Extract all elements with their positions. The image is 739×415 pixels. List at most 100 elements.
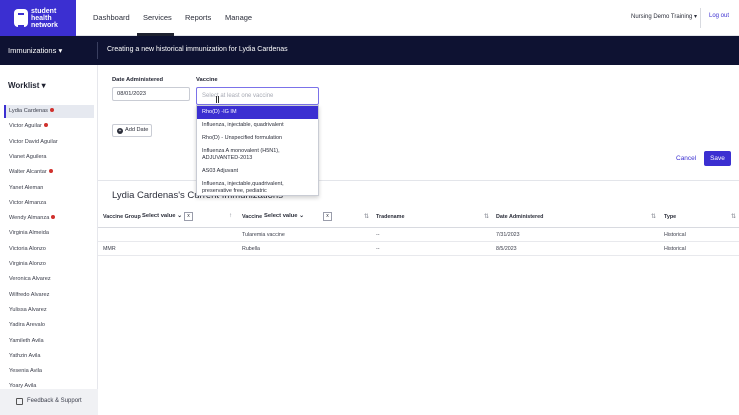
header-divider	[700, 8, 701, 28]
save-button[interactable]: Save	[704, 151, 731, 166]
vaccine-option[interactable]: AS03 Adjuvant	[197, 165, 318, 178]
chevron-down-icon: ⌄	[299, 213, 304, 219]
logout-link[interactable]: Log out	[709, 13, 729, 19]
column-type[interactable]: Type	[664, 214, 676, 220]
vaccine-options-dropdown: Rho(D) -IG IM Influenza, injectable, qua…	[196, 105, 319, 196]
worklist-patient-item[interactable]: Yathzin Avila	[4, 350, 94, 363]
patient-name: Lydia Cardenas	[9, 108, 48, 114]
patient-name: Veronica Alvarez	[9, 276, 51, 283]
column-date-administered[interactable]: Date Administered	[496, 214, 543, 220]
worklist-patient-item[interactable]: Victor David Aguilar	[4, 136, 94, 149]
column-vaccine[interactable]: Vaccine	[242, 214, 262, 220]
vaccine-option[interactable]: Influenza, injectable, quadrivalent	[197, 119, 318, 132]
worklist-patient-item[interactable]: Victoria Alonzo	[4, 243, 94, 256]
date-administered-label: Date Administered	[112, 77, 164, 83]
worklist-patient-item[interactable]: Victor Aguilar	[4, 120, 94, 133]
account-name: Nursing Demo Training	[631, 14, 693, 20]
column-tradename[interactable]: Tradename	[376, 214, 404, 220]
worklist-patient-item[interactable]: Veronica Alvarez	[4, 273, 94, 286]
nav-services[interactable]: Services	[143, 13, 172, 22]
worklist-patient-item[interactable]: Yulissa Alvarez	[4, 304, 94, 317]
worklist-patient-item[interactable]: Wendy Almanza	[4, 212, 94, 225]
caret-down-icon: ▾	[58, 46, 63, 55]
patient-name: Yamileth Avila	[9, 337, 44, 344]
patient-name: Yulissa Alvarez	[9, 306, 47, 313]
sort-icon[interactable]: ⇅	[364, 213, 369, 220]
worklist-patient-item[interactable]: Yamileth Avila	[4, 335, 94, 348]
vaccine-group-filter[interactable]: Select value ⌄	[142, 213, 182, 219]
table-row[interactable]: MMR Rubella -- 8/5/2023 Historical	[98, 242, 739, 256]
vaccine-option[interactable]: Influenza A monovalent (H5N1), ADJUVANTE…	[197, 145, 318, 165]
patient-name: Victor David Aguilar	[9, 138, 58, 145]
clear-vaccine-filter-button[interactable]: x	[323, 212, 332, 221]
cell-vaccine-group: MMR	[103, 246, 116, 252]
vaccine-filter[interactable]: Select value ⌄	[264, 213, 304, 219]
immunizations-table-header: Vaccine Group Select value ⌄ x ↑ Vaccine…	[98, 208, 739, 228]
sort-asc-icon[interactable]: ↑	[229, 213, 232, 219]
date-administered-input[interactable]: 08/01/2023	[112, 87, 190, 101]
worklist-patient-item[interactable]: Yanet Aleman	[4, 182, 94, 195]
vaccine-option[interactable]: Rho(D) - Unspecified formulation	[197, 132, 318, 145]
table-row[interactable]: Tularemia vaccine -- 7/31/2023 Historica…	[98, 228, 739, 242]
filter-label: Select value	[142, 213, 176, 219]
vaccine-select-input[interactable]: Select at least one vaccine	[196, 87, 319, 105]
patient-name: Victor Almanza	[9, 199, 47, 206]
caret-down-icon: ▾	[694, 14, 698, 20]
filter-label: Select value	[264, 213, 298, 219]
cell-type: Historical	[664, 246, 686, 252]
student-health-network-logo[interactable]: student health network	[0, 0, 76, 36]
add-date-label: Add Date	[125, 127, 149, 133]
plus-icon: +	[117, 128, 123, 134]
patient-name: Yadira Arevalo	[9, 322, 45, 329]
cell-type: Historical	[664, 232, 686, 238]
patient-name: Wendy Almanza	[9, 215, 50, 222]
vaccine-option[interactable]: Influenza, injectable,quadrivalent, pres…	[197, 178, 318, 195]
cancel-button[interactable]: Cancel	[676, 155, 696, 162]
sort-icon[interactable]: ⇅	[484, 213, 489, 220]
column-vaccine-group[interactable]: Vaccine Group	[103, 214, 141, 220]
worklist-patient-item[interactable]: Yadira Arevalo	[4, 319, 94, 332]
top-navigation: student health network Dashboard Service…	[0, 0, 739, 36]
add-date-button[interactable]: + Add Date	[112, 124, 152, 137]
band-divider	[97, 42, 98, 59]
module-selector[interactable]: Immunizations ▾	[8, 46, 62, 55]
sort-icon[interactable]: ⇅	[651, 213, 656, 220]
worklist-patient-item[interactable]: Victor Almanza	[4, 197, 94, 210]
worklist-selector[interactable]: Worklist ▾	[8, 81, 46, 90]
alert-dot-icon	[43, 123, 48, 128]
logo-text: student health network	[31, 8, 58, 29]
patient-name: Victoria Alonzo	[9, 245, 46, 252]
worklist-patient-item[interactable]: Lydia Cardenas	[4, 105, 94, 118]
vaccine-option[interactable]: Rho(D) -IG IM	[197, 106, 318, 119]
chat-icon	[16, 398, 23, 405]
patient-name: Victor Aguilar	[9, 123, 42, 130]
cell-tradename: --	[376, 232, 380, 238]
worklist-sidebar: Worklist ▾ Lydia Cardenas Victor Aguilar V…	[0, 65, 98, 415]
worklist-title: Worklist	[8, 81, 40, 90]
context-bar: Immunizations ▾ Creating a new historica…	[0, 36, 739, 65]
nav-reports[interactable]: Reports	[185, 13, 211, 22]
feedback-support-button[interactable]: Feedback & Support	[0, 389, 98, 415]
clear-vaccine-group-filter-button[interactable]: x	[184, 212, 193, 221]
worklist-patient-item[interactable]: Wilfredo Alvarez	[4, 289, 94, 302]
sort-icon[interactable]: ⇅	[731, 213, 736, 220]
patient-name: Virginia Alonzo	[9, 261, 46, 267]
worklist-patient-item[interactable]: Walter Alcantar	[4, 166, 94, 179]
alert-dot-icon	[49, 108, 54, 112]
patient-name: Virginia Almeida	[9, 230, 50, 237]
chevron-down-icon: ⌄	[177, 213, 182, 219]
cell-date: 7/31/2023	[496, 232, 520, 238]
account-menu[interactable]: Nursing Demo Training ▾	[631, 13, 697, 20]
worklist-patient-item[interactable]: Virginia Alonzo	[4, 258, 94, 271]
worklist-patient-item[interactable]: Virginia Almeida	[4, 227, 94, 240]
patient-name: Yanet Aleman	[9, 184, 44, 191]
nav-dashboard[interactable]: Dashboard	[93, 13, 130, 22]
nav-manage[interactable]: Manage	[225, 13, 252, 22]
alert-dot-icon	[51, 215, 56, 220]
worklist-patient-item[interactable]: Yesenia Avila	[4, 365, 94, 378]
patient-name: Vianet Aguilera	[9, 153, 47, 160]
section-divider	[98, 180, 739, 181]
alert-dot-icon	[48, 169, 53, 174]
cell-date: 8/5/2023	[496, 246, 517, 252]
worklist-patient-item[interactable]: Vianet Aguilera	[4, 151, 94, 164]
